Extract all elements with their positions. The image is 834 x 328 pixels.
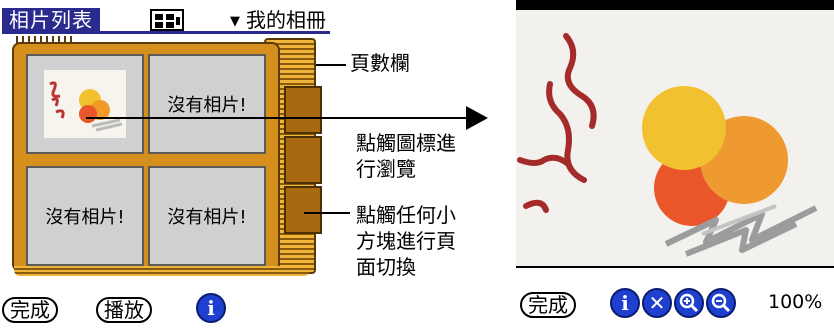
empty-slot-label: 沒有相片!	[167, 207, 247, 228]
page-tab-3[interactable]	[284, 186, 322, 234]
callout-tap-block-2: 方塊進行頁	[356, 229, 456, 253]
magnifier-minus-glyph	[711, 293, 731, 313]
callout-tap-block-1: 點觸任何小	[356, 203, 456, 227]
callout-page-bar: 頁數欄	[350, 51, 410, 75]
callout-line-page-tab	[304, 212, 350, 214]
photo-slot-2[interactable]: 沒有相片!	[148, 54, 266, 154]
play-button[interactable]: 播放	[96, 297, 152, 323]
grid-cell	[155, 22, 163, 28]
empty-slot-label: 沒有相片!	[45, 207, 125, 228]
zoom-in-icon[interactable]	[674, 288, 704, 318]
dropdown-triangle-icon: ▼	[230, 13, 240, 29]
page-tab-1[interactable]	[284, 86, 322, 134]
callout-arrow-line	[86, 117, 470, 119]
arrow-head-icon	[466, 106, 488, 130]
delete-icon[interactable]: ✕	[642, 288, 672, 318]
empty-slot-label: 沒有相片!	[167, 95, 247, 116]
list-view-icon[interactable]	[150, 9, 184, 31]
album-dropdown[interactable]: ▼ 我的相冊	[230, 8, 326, 34]
grid-cell	[176, 17, 180, 25]
album-name: 我的相冊	[246, 8, 326, 32]
grid-cell	[166, 22, 174, 28]
photo-slot-3[interactable]: 沒有相片!	[26, 166, 144, 266]
callout-tap-block-3: 面切換	[356, 255, 416, 279]
grid-cell	[155, 14, 163, 20]
info-icon[interactable]: i	[610, 288, 640, 318]
magnifier-plus-glyph	[679, 293, 699, 313]
album-base	[14, 266, 310, 276]
info-icon[interactable]: i	[196, 293, 226, 323]
callout-tap-icon-2: 行瀏覽	[356, 157, 416, 181]
grid-cell	[166, 14, 174, 20]
callout-tap-icon-1: 點觸圖標進	[356, 131, 456, 155]
callout-line-page-bar	[316, 64, 346, 66]
zoom-out-icon[interactable]	[706, 288, 736, 318]
done-button[interactable]: 完成	[2, 297, 58, 323]
photo-viewer[interactable]	[516, 10, 834, 266]
done-button-viewer[interactable]: 完成	[520, 292, 576, 318]
zoom-level: 100%	[768, 291, 823, 313]
photo-slot-4[interactable]: 沒有相片!	[148, 166, 266, 266]
photo-thumbnail[interactable]	[44, 70, 126, 138]
page-title: 相片列表	[2, 8, 100, 32]
page-tab-2[interactable]	[284, 136, 322, 184]
